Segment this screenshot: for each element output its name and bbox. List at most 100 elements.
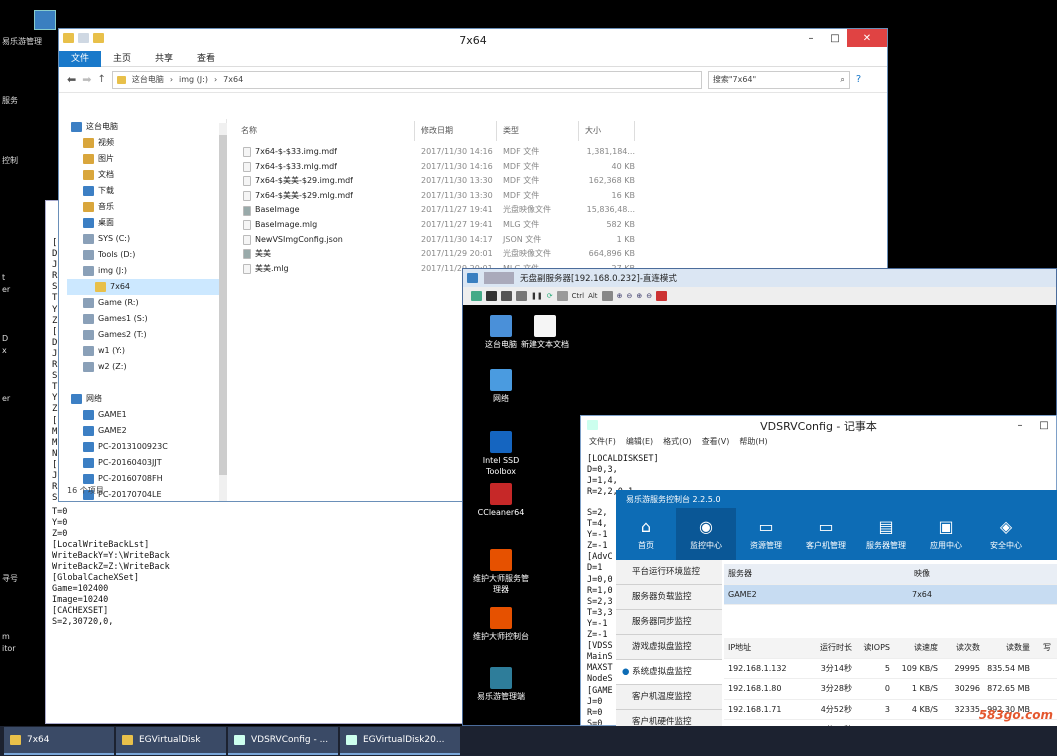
remote-desktop-icon[interactable]: 维护大师控制台 [471,607,531,642]
forward-icon[interactable]: ➡ [82,73,91,86]
zoom-out-icon[interactable]: ⊖ [626,292,632,300]
client-col[interactable]: 读次数 [944,638,986,658]
nav-item[interactable]: 下载 [67,183,226,199]
file-row[interactable]: 7x64-$-$33.mlg.mdf 2017/11/30 14:16 MDF 文件… [235,160,635,175]
up-icon[interactable]: ↑ [97,74,105,85]
client-col[interactable]: 写 [1036,638,1057,658]
console-window[interactable]: 易乐游服务控制台 2.2.5.0 ⌂ 首页 ◉ 监控中心 ▭ 资源管理 ▭ 客户机管理 ▤ 服务器… [616,490,1057,726]
minimize-button[interactable]: – [1008,416,1032,434]
side-menu-item[interactable]: 服务器负载监控 [616,585,722,610]
zoom-in-icon[interactable]: ⊕ [617,292,623,300]
zoom-actual-icon[interactable]: ⊖ [646,292,652,300]
nav-item[interactable]: w1 (Y:) [67,343,226,359]
client-col[interactable]: 读速度 [896,638,944,658]
refresh-icon[interactable]: ⟳ [547,292,553,300]
remote-desktop-icon[interactable]: 新建文本文档 [515,315,575,350]
remote-desktop-icon[interactable]: 维护大师服务管理器 [471,549,531,595]
col-size[interactable]: 大小 [579,121,635,141]
address-bar[interactable]: 这台电脑 › img (J:) › 7x64 [111,70,702,89]
clipboard-icon[interactable] [501,291,512,301]
tab-file[interactable]: 文件 [59,50,102,67]
nav-item[interactable]: 桌面 [67,215,226,231]
remote-desktop-icon[interactable]: 易乐游管理端 [471,667,531,702]
side-menu-item[interactable]: 客户机温度监控 [616,685,722,710]
breadcrumb-item[interactable]: 7x64 [223,75,243,84]
settings-icon[interactable] [656,291,668,301]
menu-view[interactable]: 查看(V) [702,436,730,450]
close-button[interactable]: ✕ [847,29,887,47]
image-table-row[interactable]: GAME2 7x64 [724,584,1057,605]
maximize-button[interactable]: □ [823,29,847,47]
nav-item[interactable]: 网络 [67,391,226,407]
console-nav-item[interactable]: ▭ 资源管理 [736,508,796,560]
nav-item[interactable]: 音乐 [67,199,226,215]
nav-item[interactable]: Games2 (T:) [67,327,226,343]
connect-icon[interactable] [471,291,482,301]
nav-item[interactable]: Game (R:) [67,295,226,311]
screen-icon[interactable] [601,291,613,301]
tab-share[interactable]: 共享 [143,51,185,67]
nav-item[interactable]: 文档 [67,167,226,183]
nav-item[interactable]: PC-2013100923C [67,439,226,455]
copy-icon[interactable] [516,291,527,301]
file-row[interactable]: 7x64-$美美-$29.img.mdf 2017/11/30 13:30 MDF … [235,174,635,189]
explorer-titlebar[interactable]: 7x64 – □ ✕ [59,29,887,51]
col-name[interactable]: 名称 [235,121,415,141]
file-row[interactable]: 7x64-$美美-$29.mlg.mdf 2017/11/30 13:30 MDF … [235,189,635,204]
back-icon[interactable]: ⬅ [67,73,76,86]
menu-file[interactable]: 文件(F) [589,436,616,450]
alt-key-button[interactable]: Alt [588,292,597,300]
file-row[interactable]: NewVSImgConfig.json 2017/11/30 14:17 JSON … [235,233,635,248]
nav-item[interactable] [67,375,226,391]
nav-item[interactable]: GAME2 [67,423,226,439]
nav-item[interactable]: 这台电脑 [67,119,226,135]
col-date[interactable]: 修改日期 [415,121,497,141]
help-icon[interactable]: ? [856,74,861,85]
client-row[interactable]: 192.168.1.80 3分28秒 0 1 KB/S 30296 872.65 MB [724,679,1057,700]
console-nav-item[interactable]: ◉ 监控中心 [676,508,736,560]
console-nav-item[interactable]: ▭ 客户机管理 [796,508,856,560]
nav-scrollbar-thumb[interactable] [219,135,227,475]
client-col[interactable]: IP地址 [724,638,802,658]
file-row[interactable]: BaseImage 2017/11/27 19:41 光盘映像文件 15,836,48… [235,203,635,218]
properties-icon[interactable] [78,33,89,43]
console-nav-item[interactable]: ⌂ 首页 [616,508,676,560]
nav-item[interactable]: PC-20160403JJT [67,455,226,471]
minimize-button[interactable]: – [799,29,823,47]
nav-scrollbar[interactable] [219,123,227,501]
keyboard-icon[interactable] [556,291,568,301]
nav-item[interactable]: 视频 [67,135,226,151]
taskbar-item[interactable]: EGVirtualDisk [116,727,226,755]
file-row[interactable]: 7x64-$-$33.img.mdf 2017/11/30 14:16 MDF 文件… [235,145,635,160]
console-nav-item[interactable]: ▣ 应用中心 [916,508,976,560]
side-menu-item[interactable]: ● 系统虚拟盘监控 [616,660,722,685]
file-row[interactable]: BaseImage.mlg 2017/11/27 19:41 MLG 文件 582 K… [235,218,635,233]
menu-format[interactable]: 格式(O) [663,436,692,450]
nav-item[interactable]: 图片 [67,151,226,167]
new-folder-icon[interactable] [93,33,104,43]
nav-item[interactable]: img (J:) [67,263,226,279]
side-menu-item[interactable]: 服务器同步监控 [616,610,722,635]
menu-help[interactable]: 帮助(H) [739,436,767,450]
pause-icon[interactable]: ❚❚ [531,292,543,300]
save-icon[interactable] [486,291,497,301]
tab-view[interactable]: 查看 [185,51,227,67]
search-input[interactable]: 搜索"7x64" ⌕ [707,70,850,89]
client-row[interactable]: 192.168.1.132 3分14秒 5 109 KB/S 29995 835.54 M… [724,659,1057,679]
taskbar-item[interactable]: EGVirtualDisk20... [340,727,460,755]
maximize-button[interactable]: □ [1032,416,1056,434]
col-type[interactable]: 类型 [497,121,579,141]
breadcrumb-item[interactable]: 这台电脑 [132,74,164,85]
taskbar-item[interactable]: VDSRVConfig - ... [228,727,338,755]
remote-titlebar[interactable]: 无盘副服务器[192.168.0.232]-直连模式 [463,269,1056,287]
client-col[interactable]: 运行时长 [802,638,858,658]
client-col[interactable]: 读IOPS [858,638,896,658]
nav-item[interactable]: SYS (C:) [67,231,226,247]
nav-item[interactable]: Tools (D:) [67,247,226,263]
remote-desktop-icon[interactable]: CCleaner64 [471,483,531,518]
nav-item[interactable]: 7x64 [67,279,226,295]
console-nav-item[interactable]: ◈ 安全中心 [976,508,1036,560]
nav-item[interactable]: GAME1 [67,407,226,423]
zoom-fit-icon[interactable]: ⊕ [636,292,642,300]
nav-item[interactable]: w2 (Z:) [67,359,226,375]
